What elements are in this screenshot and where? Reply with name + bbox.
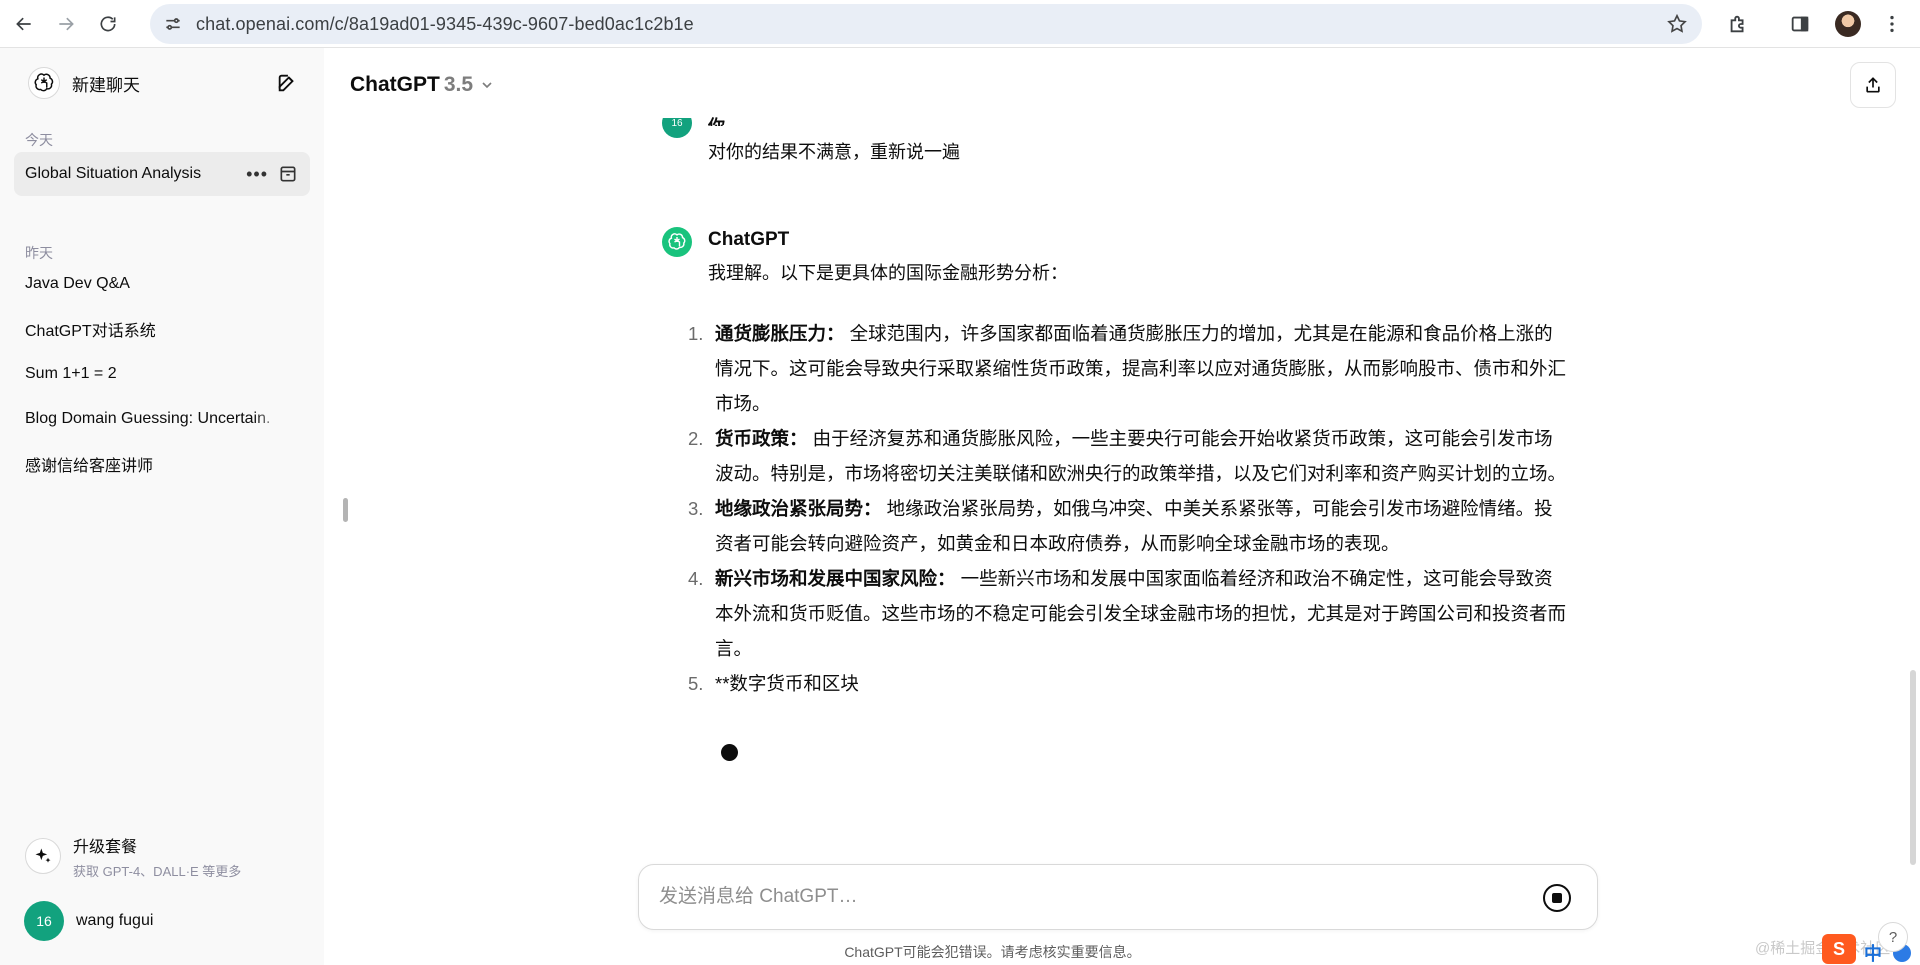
upgrade-title: 升级套餐	[73, 838, 138, 856]
sidebar-item-label: Java Dev Q&A	[25, 275, 130, 292]
sidebar-item-chatgpt-dialog[interactable]: ChatGPT对话系统	[14, 307, 310, 351]
stop-icon	[1552, 893, 1562, 903]
message-composer	[638, 864, 1598, 930]
assistant-message-intro: 我理解。以下是更具体的国际金融形势分析：	[708, 263, 1068, 283]
archive-icon[interactable]	[278, 164, 298, 184]
forward-arrow-icon	[59, 17, 74, 30]
list-item: 1. 通货膨胀压力： 全球范围内，许多国家都面临着通货膨胀压力的增加，尤其是在能源…	[688, 323, 1567, 414]
section-label-today: 今天	[25, 132, 53, 148]
user-name: wang fugui	[76, 912, 154, 929]
chevron-down-icon	[482, 82, 492, 89]
list-item-text: **数字货币和区块	[715, 673, 859, 694]
sidebar-item-blog-domain[interactable]: Blog Domain Guessing: Uncertain.	[14, 397, 310, 441]
back-arrow-icon	[16, 17, 31, 30]
message-input[interactable]	[659, 879, 1509, 915]
sidebar-item-label: Blog Domain Guessing: Uncertain.	[25, 410, 271, 427]
avatar: 16	[24, 901, 64, 941]
stop-generating-button[interactable]	[1543, 884, 1571, 912]
more-dots-icon[interactable]: •••	[246, 164, 268, 185]
avatar: 16	[662, 118, 692, 138]
model-name: ChatGPT	[350, 73, 440, 96]
sparkle-icon	[25, 838, 61, 874]
sidebar-item-java-dev[interactable]: Java Dev Q&A	[14, 262, 310, 306]
sidebar-item-label: 感谢信给客座讲师	[25, 458, 154, 475]
list-item: 5. **数字货币和区块	[688, 673, 859, 694]
sidebar-item-global-situation-analysis[interactable]: Global Situation Analysis •••	[14, 152, 310, 196]
list-item-text: 由于经济复苏和通货膨胀风险，一些主要央行可能会开始收紧货币政策，这可能会引发市场…	[715, 428, 1567, 484]
section-label-yesterday: 昨天	[25, 245, 53, 261]
side-panel-button[interactable]	[1782, 6, 1818, 42]
extensions-button[interactable]	[1720, 6, 1756, 42]
upgrade-plan-button[interactable]: 升级套餐 获取 GPT-4、DALL·E 等更多	[14, 828, 310, 884]
list-item-title: 新兴市场和发展中国家风险：	[715, 568, 956, 589]
reload-icon	[100, 15, 116, 31]
sidebar-item-sum[interactable]: Sum 1+1 = 2	[14, 352, 310, 396]
new-chat-label: 新建聊天	[72, 75, 140, 95]
list-item: 3. 地缘政治紧张局势： 地缘政治紧张局势，如俄乌冲突、中美关系紧张等，可能会引发…	[688, 498, 1553, 554]
user-menu[interactable]: 16 wang fugui	[14, 898, 310, 944]
openai-logo-icon	[28, 67, 60, 99]
url-text: chat.openai.com/c/8a19ad01-9345-439c-960…	[196, 13, 694, 34]
profile-avatar	[1835, 11, 1861, 37]
help-button[interactable]: ?	[1878, 922, 1908, 952]
list-item-title: 地缘政治紧张局势：	[715, 498, 882, 519]
list-item-title: 货币政策：	[715, 428, 808, 449]
openai-logo-icon	[668, 233, 686, 250]
disclaimer: ChatGPT可能会犯错误。请考虑核实重要信息。	[844, 944, 1141, 960]
browser-toolbar: chat.openai.com/c/8a19ad01-9345-439c-960…	[0, 0, 1920, 48]
back-button[interactable]	[6, 6, 42, 42]
chatgpt-avatar	[662, 227, 692, 257]
edit-icon[interactable]	[276, 72, 298, 94]
assistant-answer-list: 1. 通货膨胀压力： 全球范围内，许多国家都面临着通货膨胀压力的增加，尤其是在能源…	[688, 316, 1568, 701]
site-settings-icon[interactable]	[162, 13, 184, 35]
sidebar: 新建聊天 今天 Global Situation Analysis ••• 昨天…	[0, 48, 324, 965]
sidebar-item-label: Sum 1+1 = 2	[25, 365, 117, 382]
browser-menu-button[interactable]	[1874, 6, 1910, 42]
model-selector[interactable]: ChatGPT 3.5	[350, 70, 495, 100]
new-chat-button[interactable]: 新建聊天	[14, 62, 310, 104]
sidebar-panel-icon	[1791, 16, 1809, 32]
ime-badge: S	[1822, 934, 1856, 964]
scrollbar[interactable]	[1910, 670, 1916, 865]
list-item-title: 通货膨胀压力：	[715, 323, 845, 344]
sidebar-collapse-handle[interactable]	[343, 498, 348, 522]
profile-button[interactable]	[1830, 6, 1866, 42]
share-icon	[1866, 77, 1880, 93]
kebab-menu-icon	[1890, 15, 1894, 33]
streaming-cursor	[721, 744, 738, 761]
reload-button[interactable]	[90, 6, 126, 42]
assistant-message-author: ChatGPT	[708, 229, 790, 250]
address-bar[interactable]: chat.openai.com/c/8a19ad01-9345-439c-960…	[150, 4, 1702, 44]
sidebar-item-thank-you-letter[interactable]: 感谢信给客座讲师	[14, 442, 310, 486]
list-item: 4. 新兴市场和发展中国家风险： 一些新兴市场和发展中国家面临着经济和政治不确定性…	[688, 568, 1567, 659]
sidebar-item-label: ChatGPT对话系统	[25, 323, 156, 340]
model-version: 3.5	[443, 73, 474, 96]
forward-button[interactable]	[48, 6, 84, 42]
user-message-text: 对你的结果不满意，重新说一遍	[708, 142, 960, 162]
upgrade-subtitle: 获取 GPT-4、DALL·E 等更多	[73, 863, 242, 879]
extensions-icon	[1730, 15, 1744, 33]
user-message-author: 你	[708, 112, 725, 126]
star-icon[interactable]	[1666, 13, 1688, 35]
share-button[interactable]	[1850, 62, 1896, 108]
list-item: 2. 货币政策： 由于经济复苏和通货膨胀风险，一些主要央行可能会开始收紧货币政策，…	[688, 428, 1567, 484]
